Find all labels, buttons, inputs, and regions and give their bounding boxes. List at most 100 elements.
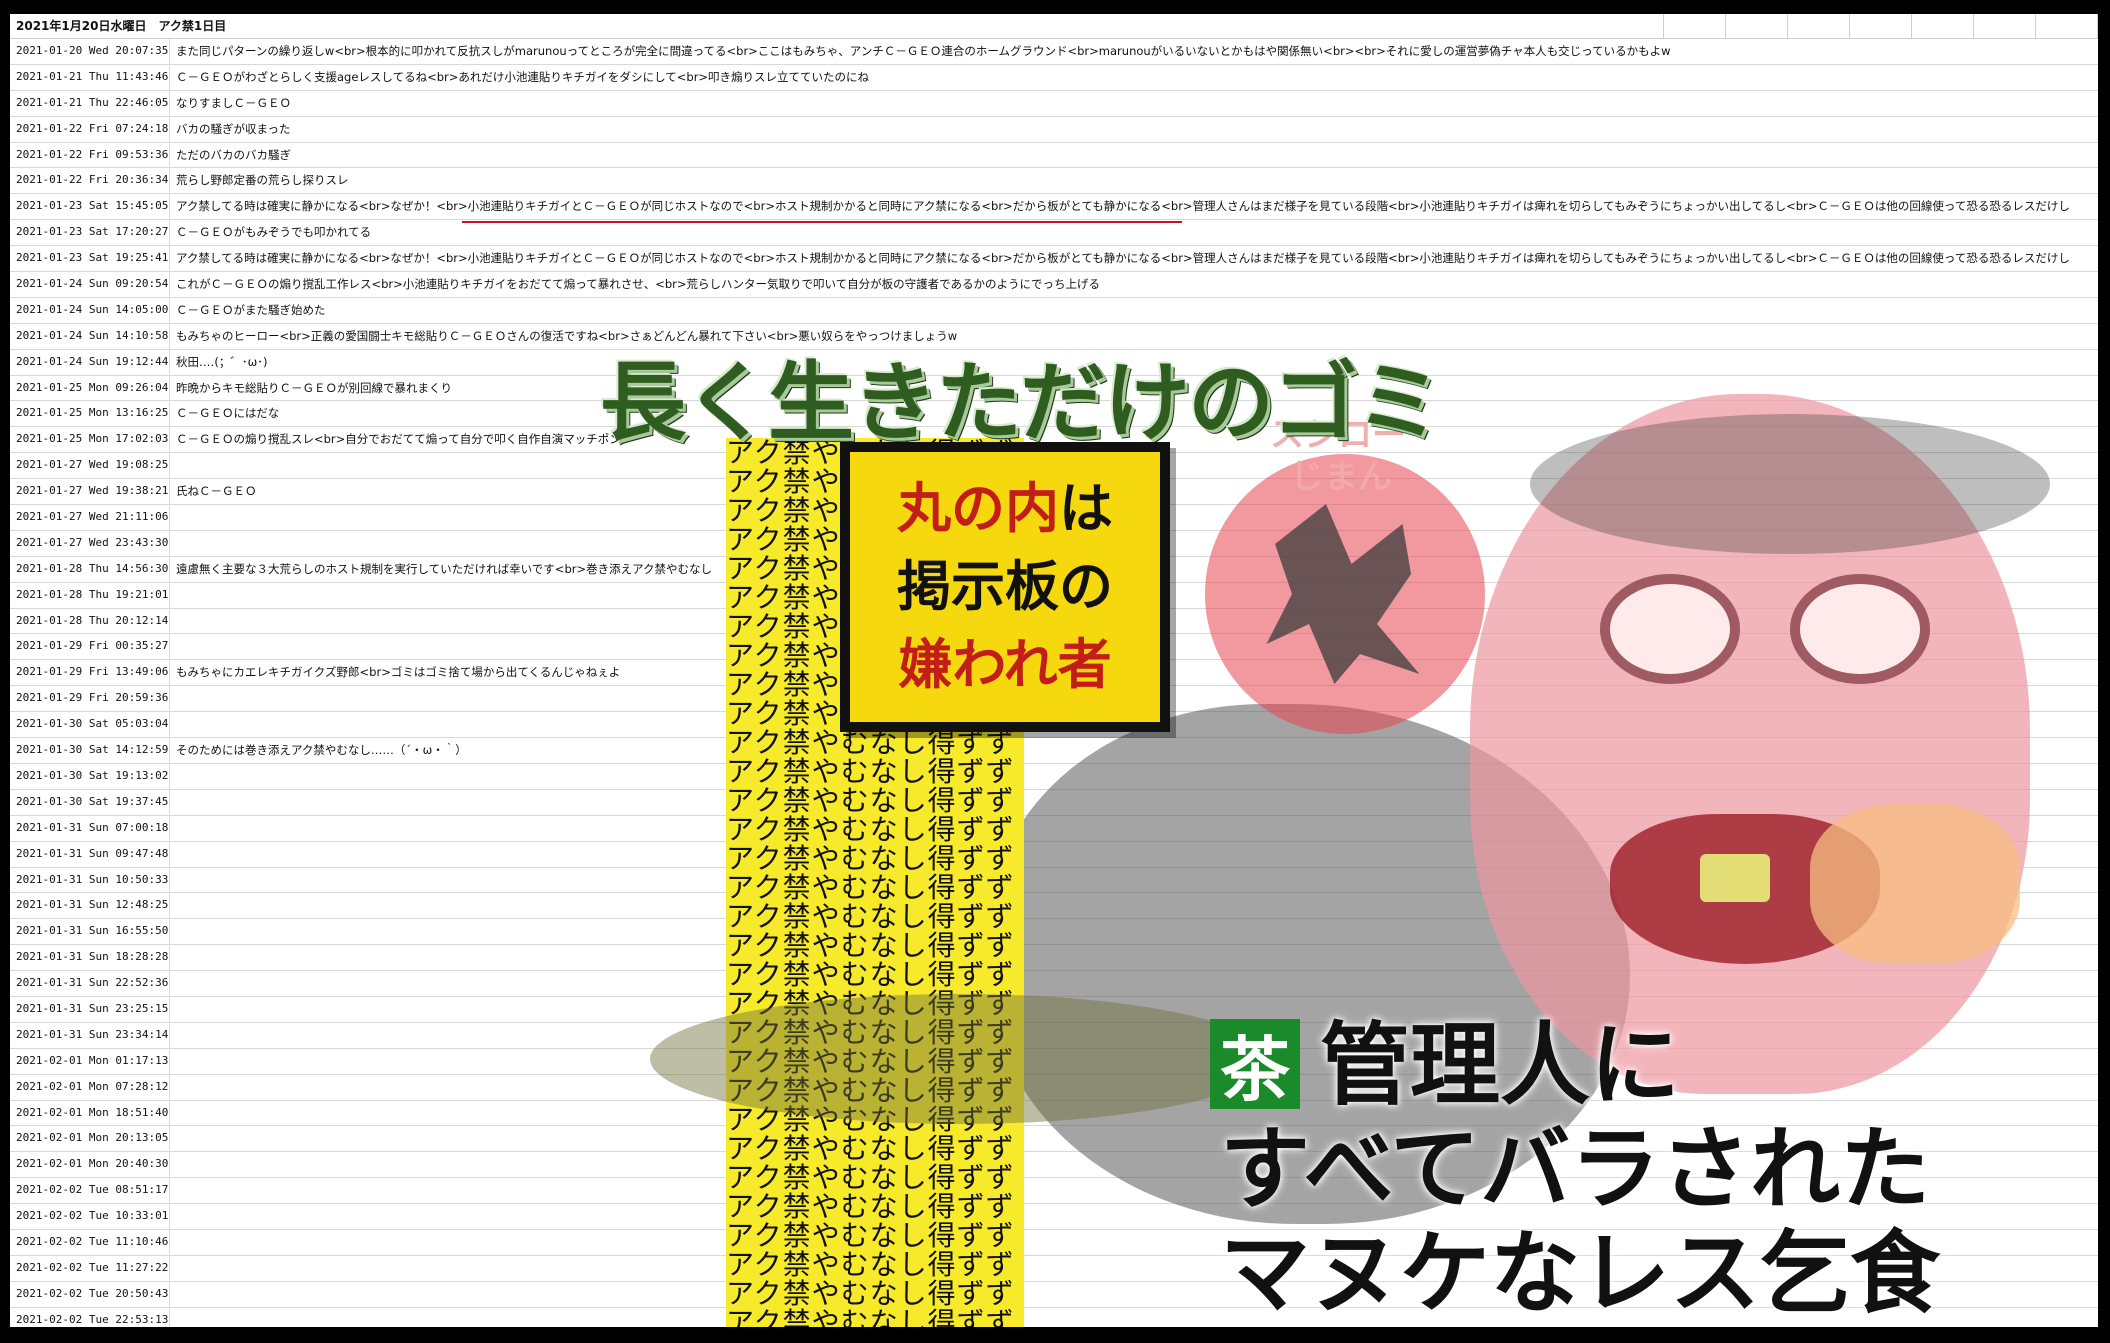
- message-cell: 荒らし野郎定番の荒らし探りスレ: [176, 173, 349, 188]
- stamp-text-line2: じまん: [1290, 457, 1392, 497]
- message-cell: 昨晩からキモ総貼りＣ－ＧＥＯが別回線で暴れまくり: [176, 380, 452, 395]
- timestamp-cell: 2021-01-27 Wed 23:43:30: [10, 530, 170, 556]
- message-cell: 氏ねＣ－ＧＥＯ: [176, 484, 257, 499]
- message-cell: 秋田‥‥(；゛･ω･): [176, 354, 268, 369]
- timestamp-cell: 2021-01-22 Fri 20:36:34: [10, 168, 170, 194]
- message-cell: これがＣ－ＧＥＯの煽り撹乱工作レス<br>小池連貼りキチガイをおだてて煽って暴れ…: [176, 277, 1101, 292]
- column-divider: [1973, 14, 1974, 38]
- table-row: 2021-01-23 Sat 19:25:41 アク禁してる時は確実に静かになる<…: [10, 246, 2098, 273]
- right-eye: [1790, 574, 1930, 684]
- timestamp-cell: 2021-01-30 Sat 14:12:59: [10, 738, 170, 763]
- timestamp-cell: 2021-01-22 Fri 09:53:36: [10, 142, 170, 168]
- timestamp-cell: 2021-02-02 Tue 20:50:43: [10, 1281, 170, 1307]
- sheet-title-row: 2021年1月20日水曜日 アク禁1日目: [10, 14, 2098, 39]
- timestamp-cell: 2021-01-31 Sun 22:52:36: [10, 971, 170, 996]
- message-cell: Ｃ－ＧＥＯの煽り撹乱スレ<br>自分でおだてて煽って自分で叩く自作自演マッチポン…: [176, 432, 632, 447]
- vertical-text-line: アク禁やむなし得ずず: [726, 726, 1015, 759]
- table-row: 2021-01-23 Sat 17:20:27 Ｃ－ＧＥＯがもみぞうでも叩かれてる: [10, 220, 2098, 247]
- timestamp-cell: 2021-01-31 Sun 18:28:28: [10, 945, 170, 971]
- vertical-text-line: アク禁やむなし得ずず: [726, 1132, 1015, 1165]
- timestamp-cell: 2021-01-27 Wed 19:38:21: [10, 479, 170, 505]
- message-cell: Ｃ－ＧＥＯがまた騒ぎ始めた: [176, 302, 326, 317]
- headline-text: 長く生きただけのゴミ: [600, 353, 1442, 453]
- timestamp-cell: 2021-01-31 Sun 12:48:25: [10, 893, 170, 919]
- sign-line-1: 丸の内は: [897, 470, 1113, 548]
- timestamp-cell: 2021-01-31 Sun 10:50:33: [10, 867, 170, 893]
- timestamp-cell: 2021-01-21 Thu 11:43:46: [10, 64, 170, 90]
- table-row: 2021-01-24 Sun 09:20:54 これがＣ－ＧＥＯの煽り撹乱工作レス…: [10, 272, 2098, 298]
- table-row: 2021-01-22 Fri 09:53:36 ただのバカのバカ騒ぎ: [10, 142, 2098, 169]
- table-row: 2021-01-21 Thu 11:43:46 Ｃ－ＧＥＯがわざとらしく支援age…: [10, 64, 2098, 91]
- marunouchi-sign: 丸の内は 掲示板の 嫌われ者: [840, 442, 1170, 732]
- timestamp-cell: 2021-01-23 Sat 15:45:05: [10, 194, 170, 220]
- timestamp-cell: 2021-02-01 Mon 20:40:30: [10, 1152, 170, 1178]
- timestamp-cell: 2021-01-24 Sun 14:10:58: [10, 323, 170, 349]
- vertical-text-line: アク禁やむなし得ずず: [726, 755, 1015, 788]
- timestamp-cell: 2021-02-02 Tue 11:10:46: [10, 1229, 170, 1255]
- table-row: 2021-01-23 Sat 15:45:05 アク禁してる時は確実に静かになる<…: [10, 194, 2098, 221]
- vertical-text-line: アク禁やむなし得ずず: [726, 871, 1015, 904]
- timestamp-cell: 2021-01-27 Wed 19:08:25: [10, 453, 170, 479]
- timestamp-cell: 2021-01-24 Sun 09:20:54: [10, 272, 170, 297]
- timestamp-cell: 2021-02-01 Mon 07:28:12: [10, 1074, 170, 1100]
- timestamp-cell: 2021-01-25 Mon 13:16:25: [10, 401, 170, 427]
- timestamp-cell: 2021-02-02 Tue 11:27:22: [10, 1255, 170, 1281]
- column-divider: [2035, 14, 2036, 38]
- timestamp-cell: 2021-01-23 Sat 19:25:41: [10, 246, 170, 272]
- timestamp-cell: 2021-01-27 Wed 21:11:06: [10, 505, 170, 530]
- timestamp-cell: 2021-01-30 Sat 05:03:04: [10, 712, 170, 738]
- message-cell: なりすましＣ－ＧＥＯ: [176, 95, 291, 110]
- timestamp-cell: 2021-02-02 Tue 08:51:17: [10, 1178, 170, 1204]
- timestamp-cell: 2021-01-25 Mon 17:02:03: [10, 427, 170, 453]
- timestamp-cell: 2021-01-24 Sun 14:05:00: [10, 297, 170, 323]
- timestamp-cell: 2021-01-22 Fri 07:24:18: [10, 116, 170, 142]
- timestamp-cell: 2021-02-01 Mon 20:13:05: [10, 1126, 170, 1152]
- vertical-text-line: アク禁やむなし得ずず: [726, 929, 1015, 962]
- column-divider: [1849, 14, 1850, 38]
- message-cell: また同じパターンの繰り返しw<br>根本的に叩かれて反抗スしがmarunouって…: [176, 44, 1671, 58]
- timestamp-cell: 2021-02-02 Tue 10:33:01: [10, 1204, 170, 1229]
- vertical-text-line: アク禁やむなし得ずず: [726, 1277, 1015, 1310]
- timestamp-cell: 2021-01-28 Thu 14:56:30: [10, 556, 170, 582]
- timestamp-cell: 2021-01-30 Sat 19:13:02: [10, 763, 170, 789]
- message-cell: もみちゃにカエレキチガイクズ野郎<br>ゴミはゴミ捨て場から出てくるんじゃねぇよ: [176, 665, 621, 680]
- timestamp-cell: 2021-01-29 Fri 00:35:27: [10, 634, 170, 660]
- table-row: 2021-01-22 Fri 20:36:34 荒らし野郎定番の荒らし探りスレ: [10, 168, 2098, 195]
- shadow-band: [650, 994, 1270, 1124]
- timestamp-cell: 2021-01-29 Fri 13:49:06: [10, 660, 170, 686]
- timestamp-cell: 2021-01-28 Thu 20:12:14: [10, 608, 170, 634]
- timestamp-cell: 2021-01-31 Sun 16:55:50: [10, 919, 170, 945]
- timestamp-cell: 2021-01-31 Sun 09:47:48: [10, 841, 170, 867]
- table-row: 2021-01-24 Sun 14:05:00 Ｃ－ＧＥＯがまた騒ぎ始めた: [10, 297, 2098, 324]
- caricature-hand: [1810, 804, 2020, 964]
- timestamp-cell: 2021-01-24 Sun 19:12:44: [10, 349, 170, 375]
- vertical-text-line: アク禁やむなし得ずず: [726, 784, 1015, 817]
- timestamp-cell: 2021-01-21 Thu 22:46:05: [10, 90, 170, 116]
- message-cell: アク禁してる時は確実に静かになる<br>なぜか！<br>小池連貼りキチガイとＣ－…: [176, 199, 2070, 214]
- timestamp-cell: 2021-01-31 Sun 23:34:14: [10, 1022, 170, 1048]
- caption-line-1: 管理人に: [1320, 1013, 1680, 1118]
- message-cell: 遠慮無く主要な３大荒らしのホスト規制を実行していただければ幸いです<br>巻き添…: [176, 561, 713, 576]
- vertical-text-line: アク禁やむなし得ずず: [726, 813, 1015, 846]
- sheet-title: 2021年1月20日水曜日 アク禁1日目: [16, 19, 227, 33]
- left-eye: [1600, 574, 1740, 684]
- column-divider: [2097, 14, 2098, 38]
- table-row: 2021-01-22 Fri 07:24:18 バカの騒ぎが収まった: [10, 116, 2098, 143]
- message-cell: Ｃ－ＧＥＯがもみぞうでも叩かれてる: [176, 225, 372, 240]
- sign-line-2: 掲示板の: [897, 555, 1113, 618]
- caption-text: 管理人に すべてバラされた マヌケなレス乞食: [1220, 1014, 1940, 1326]
- timestamp-cell: 2021-01-31 Sun 23:25:15: [10, 996, 170, 1022]
- vertical-text-line: アク禁やむなし得ずず: [726, 1306, 1015, 1327]
- sign-line-3: 嫌われ者: [898, 633, 1112, 696]
- message-cell: バカの騒ぎが収まった: [176, 121, 291, 136]
- table-row: 2021-01-20 Wed 20:07:35 また同じパターンの繰り返しw<br…: [10, 39, 2098, 65]
- caption-line-2: すべてバラされた: [1220, 1117, 1931, 1222]
- column-divider: [1725, 14, 1726, 38]
- message-cell: Ｃ－ＧＥＯがわざとらしく支援ageレスしてるね<br>あれだけ小池連貼りキチガイ…: [176, 69, 870, 84]
- red-underline: [462, 221, 1182, 223]
- timestamp-cell: 2021-01-25 Mon 09:26:04: [10, 375, 170, 401]
- vertical-text-line: アク禁やむなし得ずず: [726, 842, 1015, 875]
- vertical-text-line: アク禁やむなし得ずず: [726, 1248, 1015, 1281]
- message-cell: ただのバカのバカ騒ぎ: [176, 147, 291, 162]
- timestamp-cell: 2021-01-30 Sat 19:37:45: [10, 789, 170, 815]
